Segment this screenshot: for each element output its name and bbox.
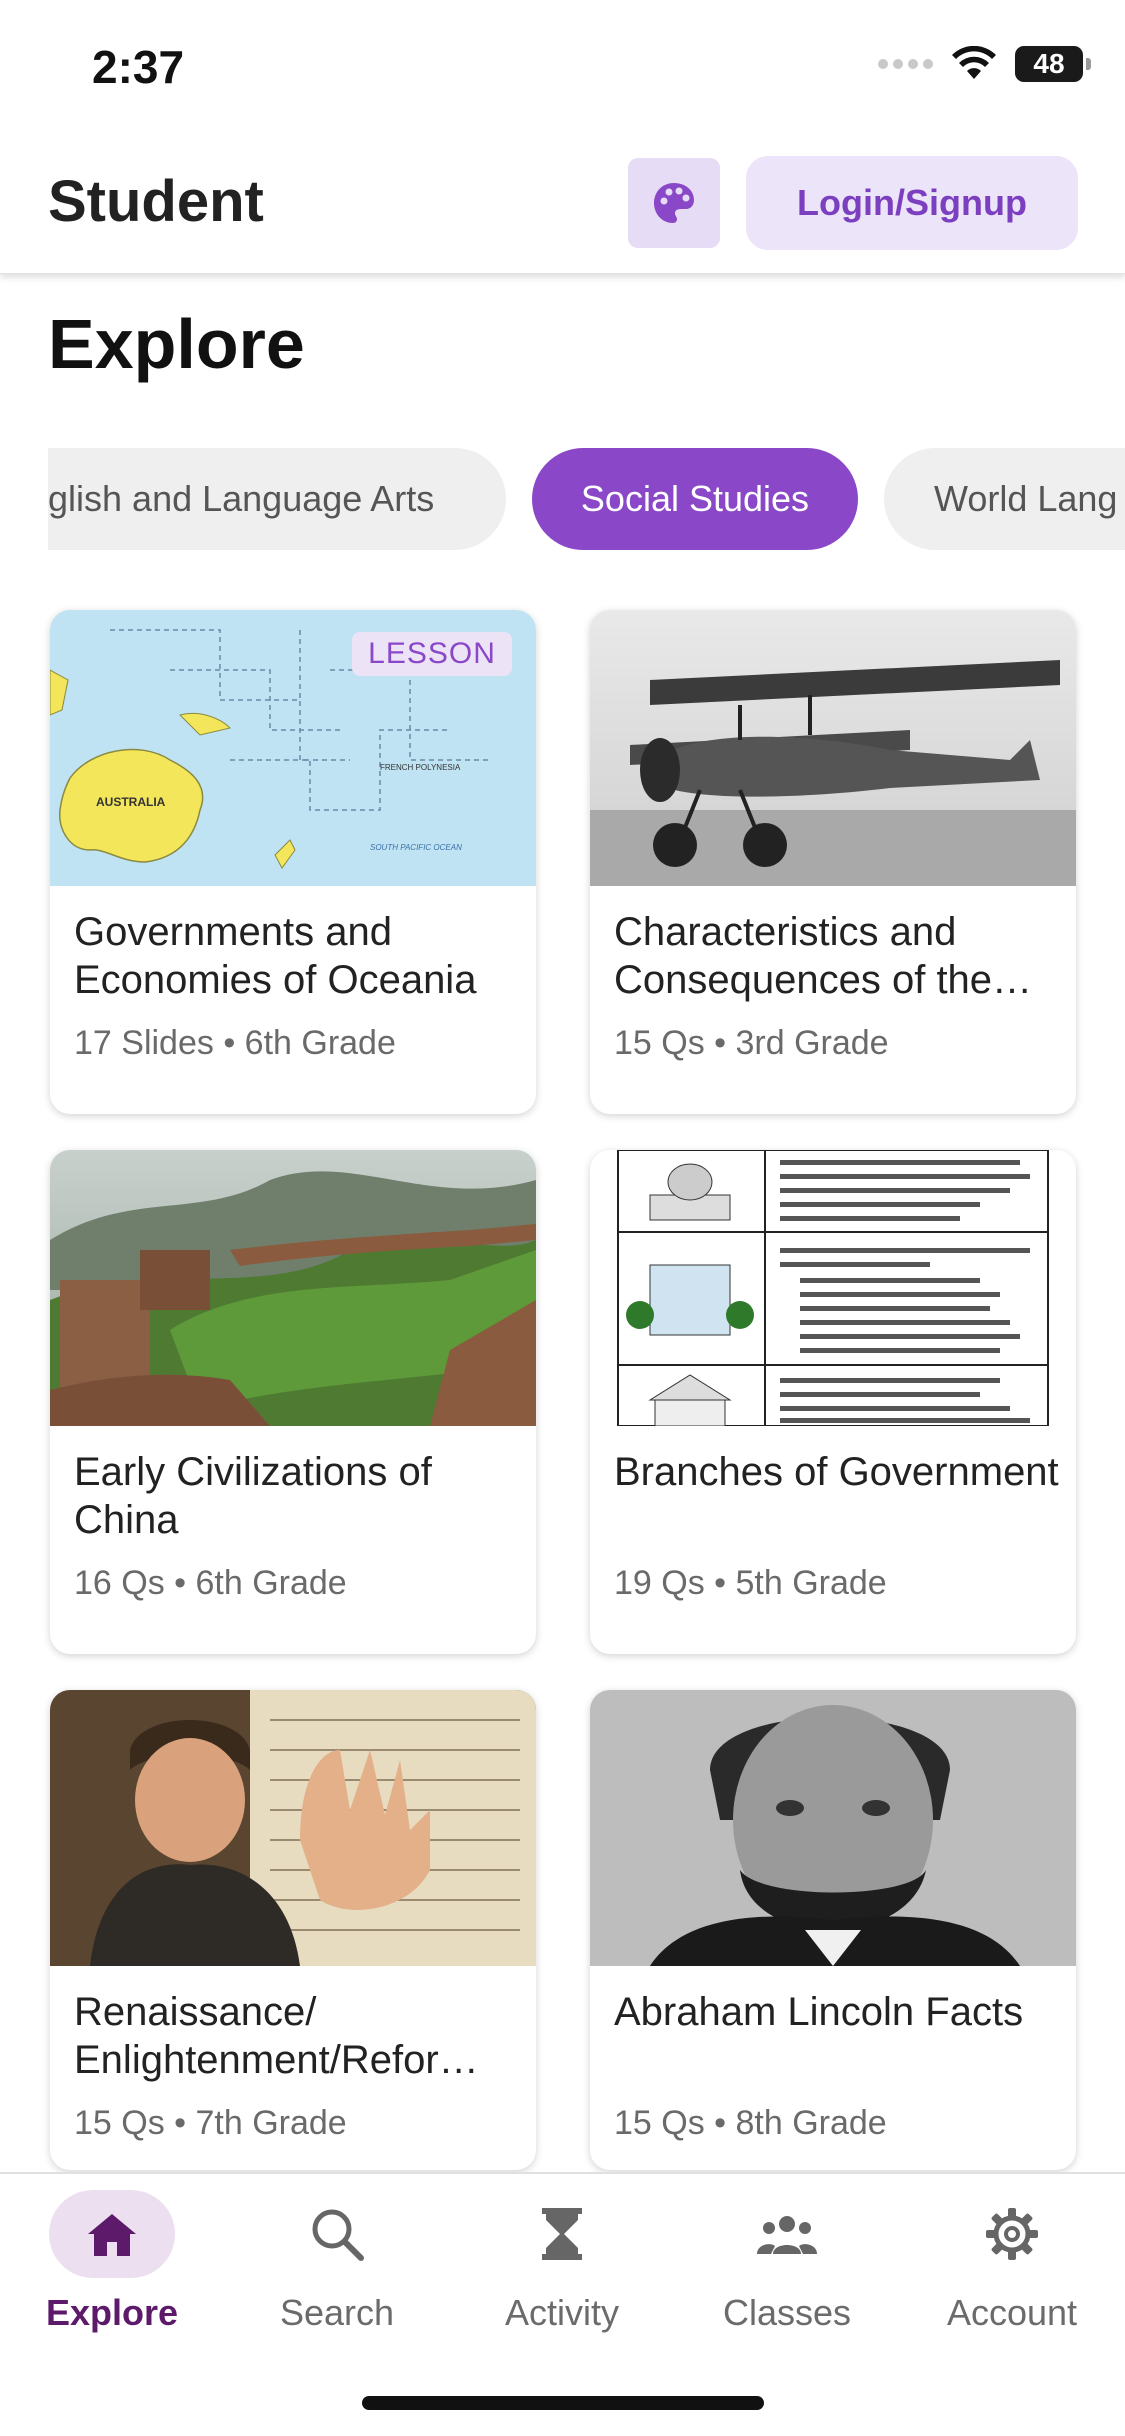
nav-classes-label: Classes [722,2292,852,2333]
home-indicator[interactable] [362,2396,764,2410]
nav-account-label: Account [946,2292,1078,2333]
card-title: Abraham Lincoln Facts [614,1990,1024,2034]
hourglass-icon [542,2208,582,2260]
card-title: Governments and Economies of Oceania [74,910,477,1002]
nav-activity[interactable]: Activity [462,2190,662,2334]
card-meta: 15 Qs • 8th Grade [614,2104,887,2142]
app-bar: Student Login/Signup [0,132,1125,274]
nav-search-pill [274,2190,400,2278]
card-title: Branches of Government [614,1450,1059,1494]
card-thumbnail [590,1150,1076,1426]
app-title: Student [48,169,264,234]
card-meta: 16 Qs • 6th Grade [74,1564,347,1602]
card-title: Renaissance/ Enlightenment/Refor… [74,1990,479,2082]
nav-activity-pill [499,2190,625,2278]
status-bar: 2:37 48 [0,0,1125,132]
card-meta: 17 Slides • 6th Grade [74,1024,396,1062]
nav-account[interactable]: Account [912,2190,1112,2334]
palette-icon [654,183,694,223]
gear-icon [986,2208,1038,2260]
chip-world-languages[interactable]: World Lang [884,448,1125,550]
battery-icon: 48 [1015,46,1091,82]
card-thumbnail [590,1690,1076,1966]
card-title: Early Civilizations of China [74,1450,432,1542]
card-thumbnail [50,1150,536,1426]
lesson-badge: LESSON [352,632,512,676]
status-time: 2:37 [92,41,185,93]
resource-card[interactable]: Early Civilizations of China 16 Qs • 6th… [50,1150,536,1654]
nav-explore-label: Explore [45,2292,179,2333]
nav-search[interactable]: Search [237,2190,437,2334]
resource-card[interactable]: Branches of Government 19 Qs • 5th Grade [590,1150,1076,1654]
status-icons: 48 [878,46,1091,82]
nav-activity-label: Activity [504,2292,619,2333]
resource-card[interactable]: Renaissance/ Enlightenment/Refor… 15 Qs … [50,1690,536,2170]
nav-classes-pill [724,2190,850,2278]
card-meta: 15 Qs • 3rd Grade [614,1024,889,1062]
card-thumbnail [50,1690,536,1966]
search-icon [312,2209,364,2261]
resource-card[interactable]: AUSTRALIA FRENCH POLYNESIA SOUTH PACIFIC… [50,610,536,1114]
login-signup-button[interactable]: Login/Signup [746,156,1078,250]
resource-card[interactable]: Abraham Lincoln Facts 15 Qs • 8th Grade [590,1690,1076,2170]
people-icon [757,2216,817,2254]
nav-explore[interactable]: Explore [12,2190,212,2334]
svg-text:AUSTRALIA: AUSTRALIA [96,795,166,809]
theme-palette-button[interactable] [628,158,720,248]
card-title: Characteristics and Consequences of the… [614,910,1033,1002]
card-meta: 19 Qs • 5th Grade [614,1564,887,1602]
resource-card[interactable]: Characteristics and Consequences of the…… [590,610,1076,1114]
nav-classes[interactable]: Classes [687,2190,887,2334]
home-icon [88,2214,136,2256]
chip-english-language-arts[interactable]: glish and Language Arts [48,448,506,550]
chip-social-studies[interactable]: Social Studies [532,448,858,550]
card-meta: 15 Qs • 7th Grade [74,2104,347,2142]
wifi-icon [952,46,996,79]
nav-search-label: Search [279,2292,395,2333]
subject-chips: glish and Language Arts Social Studies W… [48,448,1125,550]
nav-account-pill [949,2190,1075,2278]
svg-text:FRENCH POLYNESIA: FRENCH POLYNESIA [380,763,461,772]
page-title: Explore [48,305,305,383]
card-thumbnail [590,610,1076,886]
svg-text:SOUTH PACIFIC OCEAN: SOUTH PACIFIC OCEAN [370,843,462,852]
cellular-signal-icon [878,59,933,69]
nav-explore-pill [49,2190,175,2278]
